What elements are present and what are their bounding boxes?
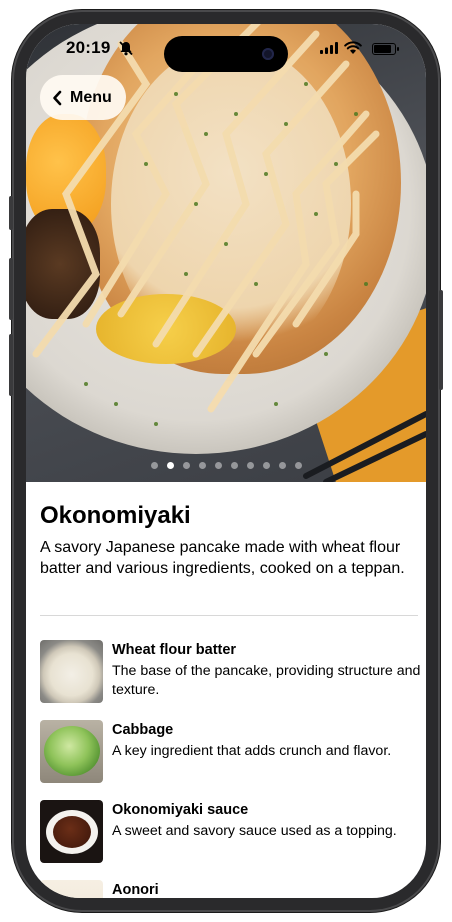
carousel-page-dot[interactable] [262, 462, 270, 469]
carousel-page-dot[interactable] [294, 462, 302, 469]
back-button-label: Menu [70, 88, 112, 106]
screen: 20:19 Menu Okonomiyaki A savory Japanese… [26, 24, 426, 898]
battery-icon [372, 43, 399, 55]
dish-description: A savory Japanese pancake made with whea… [40, 539, 405, 577]
back-to-menu-button[interactable]: Menu [40, 75, 126, 120]
cellular-signal-icon [320, 42, 338, 54]
divider [40, 615, 418, 616]
volume-up-button [9, 258, 13, 320]
dish-title: Okonomiyaki [40, 502, 191, 529]
ingredient-name: Wheat flour batter [112, 642, 237, 658]
carousel-page-dot[interactable] [214, 462, 222, 469]
volume-down-button [9, 334, 13, 396]
chevron-left-icon [53, 90, 62, 105]
okonomiyaki-sauce-photo [40, 800, 103, 863]
carousel-page-dot[interactable] [198, 462, 206, 469]
silent-mode-bell-icon [119, 41, 133, 56]
dynamic-island [164, 36, 288, 72]
cabbage-photo [40, 720, 103, 783]
carousel-page-indicator[interactable] [26, 462, 426, 469]
ingredient-name: Aonori [112, 882, 159, 898]
carousel-page-dot[interactable] [246, 462, 254, 469]
carousel-page-dot[interactable] [166, 462, 174, 469]
status-time: 20:19 [66, 38, 111, 57]
carousel-page-dot[interactable] [278, 462, 286, 469]
ingredient-name: Cabbage [112, 722, 174, 738]
carousel-page-dot[interactable] [182, 462, 190, 469]
power-button [439, 290, 443, 390]
ingredient-item[interactable]: Wheat flour batter The base of the panca… [40, 640, 426, 720]
carousel-page-dot[interactable] [150, 462, 158, 469]
status-bar: 20:19 [26, 24, 426, 74]
ingredient-description: A sweet and savory sauce used as a toppi… [112, 823, 397, 839]
carousel-page-dot[interactable] [230, 462, 238, 469]
ingredient-item[interactable]: Cabbage A key ingredient that adds crunc… [40, 720, 426, 800]
aonori-photo [40, 880, 103, 898]
ingredient-name: Okonomiyaki sauce [112, 802, 249, 818]
front-camera [262, 48, 274, 60]
ingredient-description: The base of the pancake, providing struc… [112, 663, 421, 698]
action-button [9, 196, 13, 230]
ingredient-list: Wheat flour batter The base of the panca… [40, 640, 426, 898]
ingredient-item[interactable]: Aonori [40, 880, 426, 898]
ingredient-item[interactable]: Okonomiyaki sauce A sweet and savory sau… [40, 800, 426, 880]
wheat-flour-batter-photo [40, 640, 103, 703]
ingredient-description: A key ingredient that adds crunch and fl… [112, 743, 392, 759]
wifi-icon [344, 41, 362, 54]
